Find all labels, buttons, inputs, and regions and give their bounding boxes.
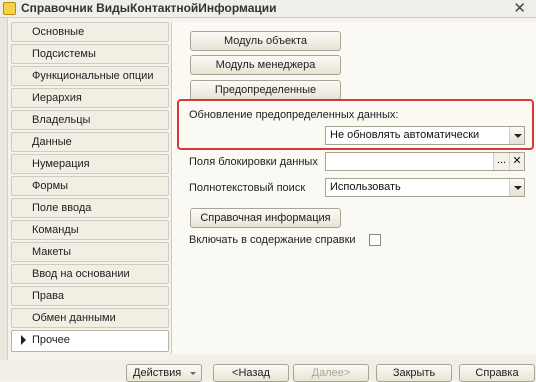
tab-label: Прочее — [32, 334, 70, 346]
close-button[interactable]: Закрыть — [376, 364, 452, 382]
help-info-button[interactable]: Справочная информация — [190, 208, 341, 228]
tab-label: Подсистемы — [32, 48, 96, 60]
tab-input-by-basis[interactable]: Ввод на основании — [11, 264, 169, 284]
tab-main[interactable]: Основные — [11, 22, 169, 42]
include-in-help-label: Включать в содержание справки — [189, 234, 356, 246]
predefined-button[interactable]: Предопределенные — [190, 80, 341, 100]
data-lock-fields-label: Поля блокировки данных — [189, 156, 318, 168]
section-tabs: Основные Подсистемы Функциональные опции… — [11, 22, 171, 354]
tab-label: Ввод на основании — [32, 268, 130, 280]
tab-numbering[interactable]: Нумерация — [11, 154, 169, 174]
select-dots-button[interactable]: ... — [493, 153, 509, 170]
tab-data[interactable]: Данные — [11, 132, 169, 152]
tab-data-exchange[interactable]: Обмен данными — [11, 308, 169, 328]
fulltext-search-select[interactable]: Использовать — [325, 178, 525, 197]
tab-subsystems[interactable]: Подсистемы — [11, 44, 169, 64]
tab-label: Функциональные опции — [32, 70, 154, 82]
actions-label: Действия — [133, 367, 182, 379]
tab-label: Данные — [32, 136, 72, 148]
left-edge — [0, 18, 8, 380]
tab-forms[interactable]: Формы — [11, 176, 169, 196]
back-button[interactable]: <Назад — [213, 364, 289, 382]
clear-icon[interactable]: ✕ — [509, 153, 524, 170]
help-button[interactable]: Справка — [459, 364, 535, 382]
chevron-down-icon[interactable] — [509, 179, 524, 196]
tab-label: Владельцы — [32, 114, 91, 126]
tab-other[interactable]: Прочее — [11, 330, 169, 352]
tab-label: Нумерация — [32, 158, 90, 170]
catalog-icon — [3, 2, 16, 15]
fulltext-search-label: Полнотекстовый поиск — [189, 182, 306, 194]
fulltext-search-value: Использовать — [330, 181, 401, 193]
close-icon[interactable]: ✕ — [513, 0, 526, 17]
include-in-help-checkbox[interactable] — [369, 234, 381, 246]
window-titlebar: Справочник ВидыКонтактнойИнформации ✕ — [0, 0, 536, 18]
tab-input-field[interactable]: Поле ввода — [11, 198, 169, 218]
data-lock-fields-input[interactable]: ... ✕ — [325, 152, 525, 171]
window-title: Справочник ВидыКонтактнойИнформации — [21, 1, 277, 15]
tab-label: Формы — [32, 180, 69, 192]
tab-label: Обмен данными — [32, 312, 116, 324]
tab-rights[interactable]: Права — [11, 286, 169, 306]
tab-hierarchy[interactable]: Иерархия — [11, 88, 169, 108]
bottom-bar: Действия <Назад Далее> Закрыть Справка — [0, 360, 536, 382]
tab-templates[interactable]: Макеты — [11, 242, 169, 262]
highlight-frame — [177, 99, 534, 150]
chevron-down-icon — [190, 372, 196, 375]
tab-label: Поле ввода — [32, 202, 92, 214]
tab-label: Иерархия — [32, 92, 82, 104]
next-button[interactable]: Далее> — [293, 364, 369, 382]
caret-right-icon — [21, 335, 26, 345]
tab-functional-options[interactable]: Функциональные опции — [11, 66, 169, 86]
tab-label: Основные — [32, 26, 85, 38]
tab-label: Команды — [32, 224, 79, 236]
tab-label: Права — [32, 290, 64, 302]
tab-label: Макеты — [32, 246, 72, 258]
manager-module-button[interactable]: Модуль менеджера — [190, 55, 341, 75]
tab-owners[interactable]: Владельцы — [11, 110, 169, 130]
actions-button[interactable]: Действия — [126, 364, 202, 382]
tab-commands[interactable]: Команды — [11, 220, 169, 240]
object-module-button[interactable]: Модуль объекта — [190, 31, 341, 51]
